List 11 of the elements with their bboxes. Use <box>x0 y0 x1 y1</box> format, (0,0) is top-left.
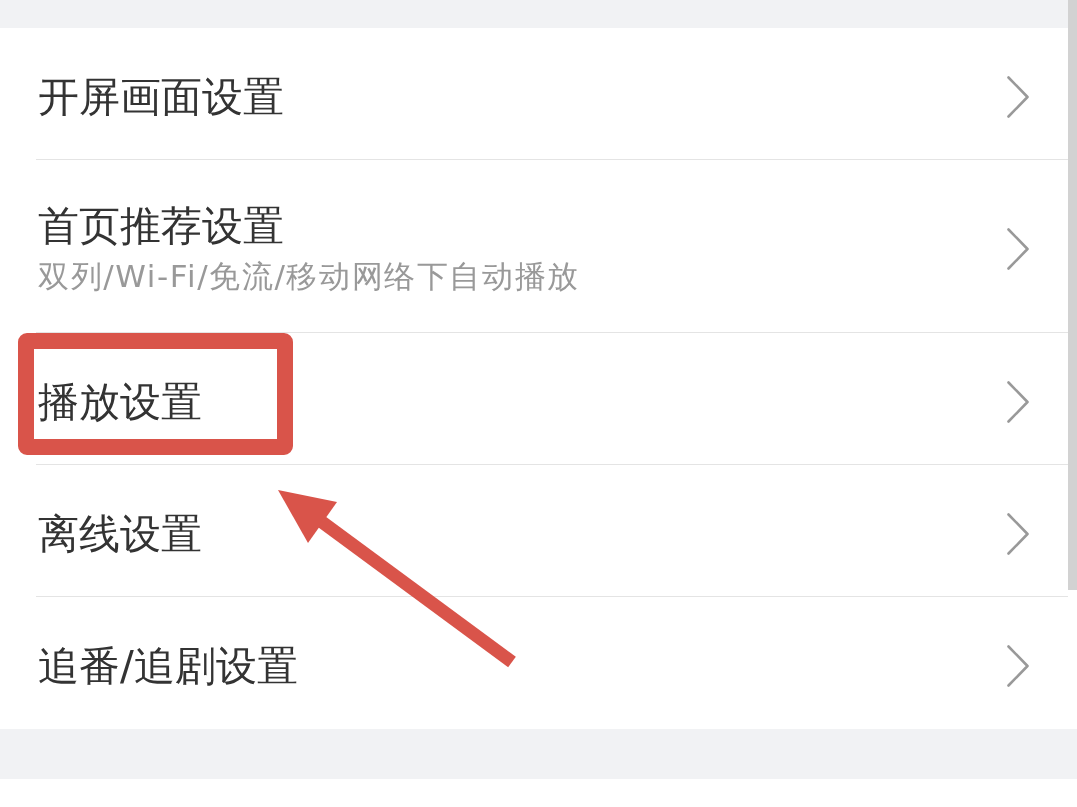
settings-item-title[interactable]: 离线设置 <box>38 509 202 558</box>
chevron-right-icon <box>1006 227 1030 271</box>
item-subtitle: 双列/Wi-Fi/免流/移动网络下自动播放 <box>38 257 580 296</box>
settings-item-title[interactable]: 播放设置 <box>38 377 202 426</box>
chevron-right-icon <box>1006 511 1030 556</box>
settings-item-title[interactable]: 开屏画面设置 <box>38 72 284 121</box>
settings-item-title[interactable]: 追番/追剧设置 <box>38 642 298 690</box>
chevron-right-icon <box>1006 379 1030 424</box>
settings-item-title[interactable]: 首页推荐设置 <box>38 202 580 250</box>
chevron-right-icon <box>1006 74 1030 119</box>
chevron-right-icon <box>1006 644 1030 688</box>
